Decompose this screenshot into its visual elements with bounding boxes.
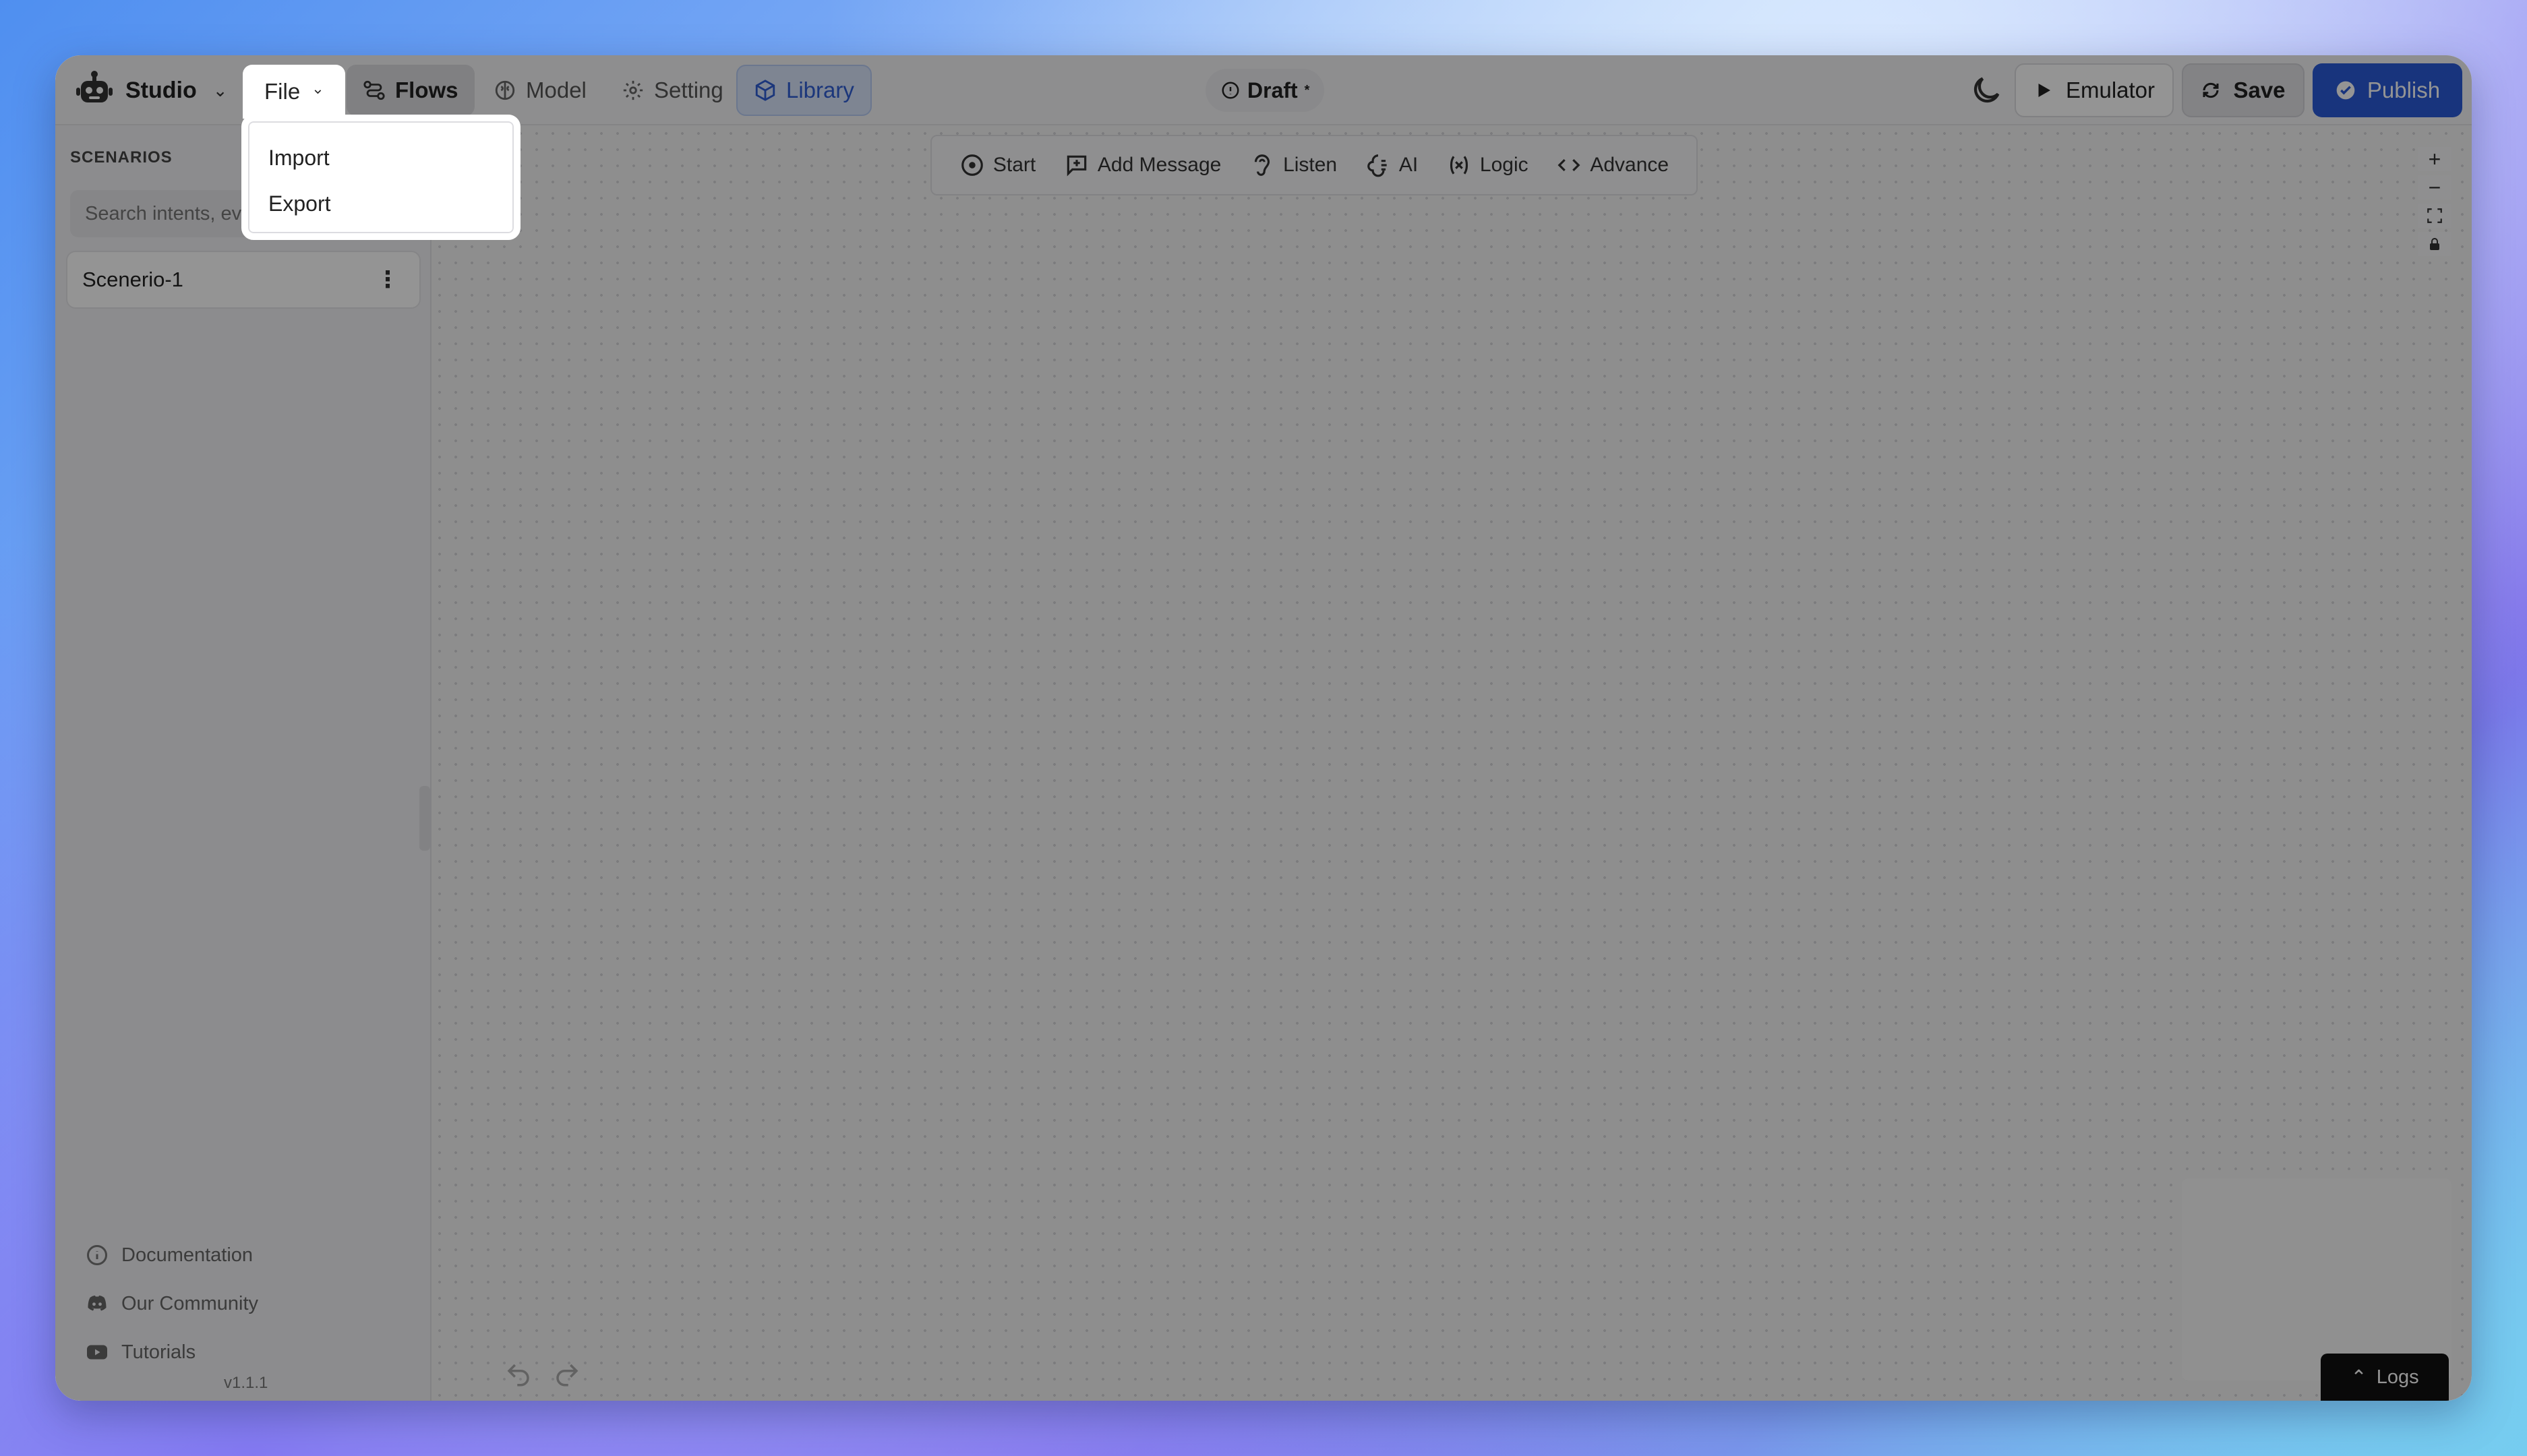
menu-backdrop[interactable]	[55, 55, 2472, 1401]
menu-item-import[interactable]: Import	[248, 135, 514, 181]
app-window: Studio ⌄ File Flows Model Setting Librar…	[55, 55, 2472, 1401]
menu-item-export[interactable]: Export	[248, 181, 514, 226]
file-label: File	[264, 79, 301, 104]
file-menu-button-active[interactable]: File	[243, 65, 345, 119]
chevron-down-icon	[314, 90, 322, 94]
file-dropdown-menu: Import Export	[241, 115, 521, 240]
